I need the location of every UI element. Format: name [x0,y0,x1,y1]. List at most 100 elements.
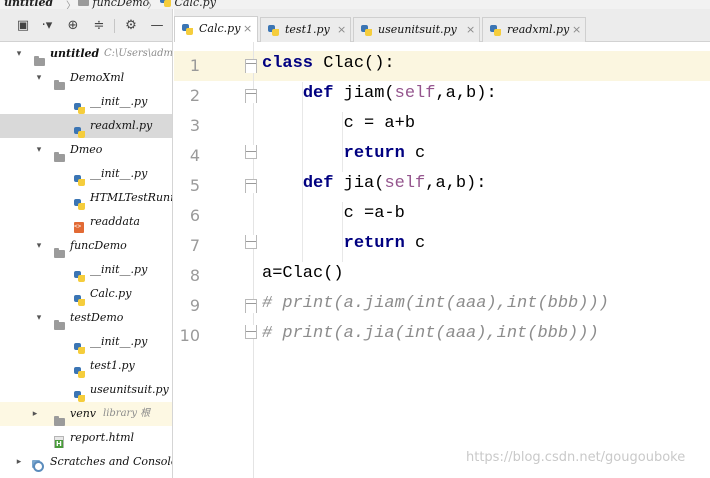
tab-readxml[interactable]: readxml.py × [482,17,586,42]
code-line[interactable]: return c [262,234,426,253]
tree-item-label: funcDemo [70,239,127,252]
tree-item-label: useunitsuit.py [90,383,169,396]
tab-calc[interactable]: Calc.py × [174,16,258,43]
line-number: 10 [179,326,200,345]
tree-item-scratches[interactable]: ▸ Scratches and Console [0,450,172,474]
code-line[interactable]: class Clac(): [262,54,395,73]
tree-item-testdemo[interactable]: ▾ testDemo [0,306,172,330]
tree-item-demoxml-init[interactable]: __init__.py [0,90,172,114]
scratches-icon [32,456,44,478]
fold-end-marker-icon[interactable] [245,235,257,249]
tree-item-label: test1.py [90,359,135,372]
expand-arrow-icon[interactable]: ▸ [14,450,24,474]
tree-item-readxml[interactable]: readxml.py [0,114,172,138]
tree-item-demoxml[interactable]: ▾ DemoXml [0,66,172,90]
watermark: https://blog.csdn.net/gougouboke [466,450,686,465]
close-icon[interactable]: × [572,18,581,42]
code-line[interactable]: # print(a.jia(int(aaa),int(bbb))) [262,324,599,343]
code-token: def [302,174,344,193]
gear-icon[interactable]: ⚙ [124,19,138,32]
breadcrumb-item-file[interactable]: Calc.py [160,0,216,9]
tree-item-label: testDemo [70,311,124,324]
tab-label: useunitsuit.py [378,23,457,36]
code-line[interactable]: # print(a.jiam(int(aaa),int(bbb))) [262,294,609,313]
breadcrumb: untitled 〉 funcDemo 〉 Calc.py [0,0,710,9]
tree-item-htmltestrunner[interactable]: HTMLTestRunn [0,186,173,210]
fold-marker-icon[interactable] [245,89,257,103]
code-token: return [343,144,416,163]
expand-arrow-icon[interactable]: ▾ [34,138,44,162]
code-token: # print(a.jia(int(aaa),int(bbb))) [262,324,599,343]
tree-item-label: report.html [70,431,135,444]
code-line[interactable]: c = a+b [262,114,415,133]
collapse-all-icon[interactable]: ≑ [92,19,106,32]
fold-end-marker-icon[interactable] [245,145,257,159]
tree-item-label: readxml.py [90,119,153,132]
tree-item-funcdemo[interactable]: ▾ funcDemo [0,234,172,258]
tree-item-useunitsuit[interactable]: useunitsuit.py [0,378,172,402]
tree-item-report[interactable]: report.html [0,426,172,450]
close-icon[interactable]: × [466,18,475,42]
code-line[interactable]: c =a-b [262,204,405,223]
breadcrumb-separator: 〉 [147,1,157,9]
code-editor[interactable]: 1 2 3 4 5 6 7 8 9 10 class Clac(): def j… [174,42,710,478]
expand-arrow-icon[interactable]: ▾ [34,66,44,90]
tree-item-label: __init__.py [90,263,148,276]
tree-item-label: HTMLTestRunn [90,191,173,204]
tab-label: readxml.py [507,23,570,36]
tree-item-label: Calc.py [90,287,132,300]
code-line[interactable]: def jia(self,a,b): [262,174,487,193]
python-file-icon [361,25,372,36]
close-icon[interactable]: × [337,18,346,42]
tab-test1[interactable]: test1.py × [260,17,351,42]
tree-item-dmeo[interactable]: ▾ Dmeo [0,138,172,162]
tree-item-calc[interactable]: Calc.py [0,282,172,306]
collapse-dropdown-icon[interactable]: ·▾ [38,19,56,32]
line-number: 7 [189,236,200,255]
line-number: 5 [189,176,200,195]
python-file-icon [182,24,193,35]
breadcrumb-item-folder[interactable]: funcDemo [78,0,149,9]
code-token: c [415,234,426,253]
fold-marker-icon[interactable] [245,179,257,193]
code-token: def [302,84,344,103]
code-line[interactable]: return c [262,144,426,163]
tree-item-untitled[interactable]: ▾ untitled C:\Users\adm [0,42,172,66]
expand-arrow-icon[interactable]: ▾ [34,234,44,258]
tree-item-label: readdata [90,215,140,228]
python-file-icon [268,25,279,36]
tree-item-readdata[interactable]: readdata [0,210,172,234]
code-line[interactable]: a=Clac() [262,264,344,283]
crosshair-icon[interactable]: ⊕ [66,19,80,32]
fold-marker-icon[interactable] [245,299,257,313]
close-icon[interactable]: × [243,17,252,41]
tree-item-label: untitled [50,47,100,60]
tree-item-library-hint: library 根 [103,408,151,419]
fold-marker-icon[interactable] [245,59,257,73]
python-file-icon [490,25,501,36]
tree-item-venv[interactable]: ▸ venv library 根 [0,402,172,426]
expand-arrow-icon[interactable]: ▸ [30,402,40,426]
tree-item-testdemo-init[interactable]: __init__.py [0,330,172,354]
fold-end-marker-icon[interactable] [245,325,257,339]
expand-arrow-icon[interactable]: ▾ [34,306,44,330]
editor-gutter [174,42,254,478]
hide-panel-button[interactable]: — [150,19,164,32]
tree-item-label: __init__.py [90,95,148,108]
line-number: 4 [189,146,200,165]
project-panel-toolbar: ▣ ·▾ ⊕ ≑ ⚙ — [0,9,172,42]
expand-arrow-icon[interactable]: ▾ [14,42,24,66]
code-line[interactable]: def jiam(self,a,b): [262,84,497,103]
window-layout-icon[interactable]: ▣ [16,19,30,32]
tab-useunitsuit[interactable]: useunitsuit.py × [353,17,480,42]
tree-item-test1[interactable]: test1.py [0,354,172,378]
tree-item-funcdemo-init[interactable]: __init__.py [0,258,172,282]
code-token: jiam( [343,84,395,103]
code-token: jia( [343,174,385,193]
tree-item-label: DemoXml [70,71,125,84]
tree-item-dmeo-init[interactable]: __init__.py [0,162,172,186]
breadcrumb-item-project[interactable]: untitled [4,0,53,9]
